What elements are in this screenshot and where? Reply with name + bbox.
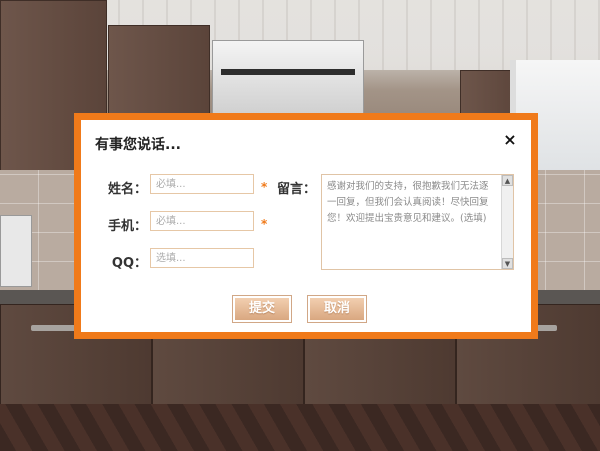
phone-input[interactable]: [150, 211, 254, 231]
cancel-button[interactable]: 取消: [307, 295, 367, 323]
oven: [0, 215, 32, 287]
dialog-title: 有事您说话...: [95, 137, 181, 153]
message-textarea[interactable]: 感谢对我们的支持，很抱歉我们无法逐一回复，但我们会认真阅读！尽快回复您！欢迎提出…: [321, 174, 514, 270]
name-input[interactable]: [150, 174, 254, 194]
submit-button[interactable]: 提交: [232, 295, 292, 323]
message-scrollbar[interactable]: ▲ ▼: [501, 175, 513, 269]
message-text: 感谢对我们的支持，很抱歉我们无法逐一回复，但我们会认真阅读！尽快回复您！欢迎提出…: [327, 181, 489, 224]
floor: [0, 404, 600, 451]
contact-dialog-frame: 有事您说话... × 姓名： * 手机： * QQ： 留言： 感谢对我们的支持，…: [74, 113, 538, 339]
phone-label: 手机：: [107, 219, 147, 234]
message-label: 留言：: [276, 182, 316, 197]
contact-dialog: 有事您说话... × 姓名： * 手机： * QQ： 留言： 感谢对我们的支持，…: [81, 120, 531, 332]
name-required-mark: *: [261, 180, 268, 194]
close-icon[interactable]: ×: [501, 131, 519, 149]
phone-required-mark: *: [261, 217, 268, 231]
scroll-up-icon[interactable]: ▲: [502, 175, 513, 186]
range-hood: [212, 40, 364, 117]
qq-label: QQ：: [111, 256, 147, 271]
qq-input[interactable]: [150, 248, 254, 268]
name-label: 姓名：: [107, 182, 147, 197]
scroll-down-icon[interactable]: ▼: [502, 258, 513, 269]
